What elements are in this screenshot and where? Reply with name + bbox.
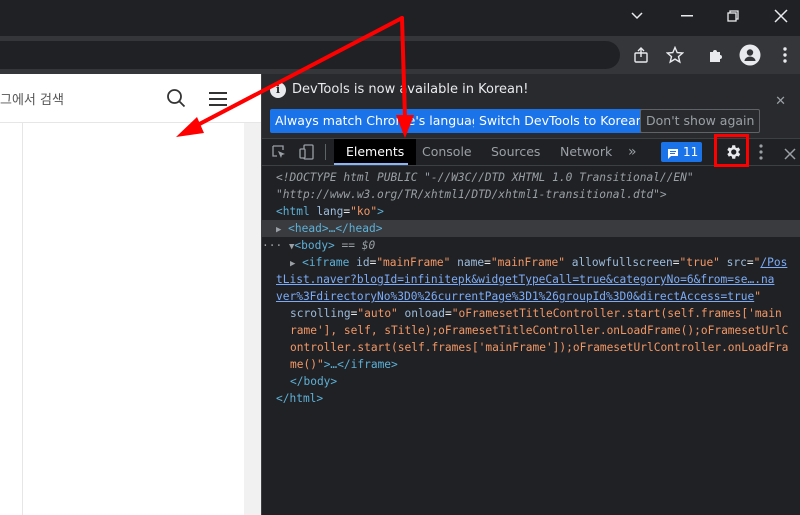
restore-icon[interactable] bbox=[710, 0, 756, 32]
close-window-icon[interactable] bbox=[758, 0, 800, 32]
iframe-src-line-2[interactable]: tList.naver?blogId=infinitepk&widgetType… bbox=[276, 271, 774, 288]
body-close-node[interactable]: </body> bbox=[290, 373, 337, 390]
address-bar[interactable] bbox=[0, 41, 620, 69]
minimize-icon[interactable] bbox=[664, 0, 710, 32]
search-icon[interactable] bbox=[166, 88, 186, 112]
customize-kebab-icon[interactable] bbox=[759, 144, 763, 164]
doctype-line-2[interactable]: "http://www.w3.org/TR/xhtml1/DTD/xhtml1-… bbox=[276, 186, 667, 203]
menu-kebab-icon[interactable] bbox=[772, 42, 798, 68]
blog-search-box[interactable]: 그에서 검색 bbox=[0, 74, 200, 123]
hamburger-menu-icon[interactable] bbox=[209, 91, 227, 110]
page-scrollbar[interactable] bbox=[244, 123, 261, 515]
settings-highlight-box bbox=[714, 134, 749, 167]
issues-count: 11 bbox=[683, 145, 699, 159]
page-divider bbox=[0, 122, 262, 123]
html-open-node[interactable]: <html lang="ko"> bbox=[276, 203, 384, 220]
content-border bbox=[22, 123, 23, 515]
tab-sources[interactable]: Sources bbox=[491, 139, 540, 165]
search-placeholder: 그에서 검색 bbox=[0, 93, 64, 108]
tab-search-icon[interactable] bbox=[614, 0, 660, 32]
language-infobar: i DevTools is now available in Korean! ✕… bbox=[262, 74, 800, 139]
toolbar-separator bbox=[325, 144, 326, 160]
tab-elements[interactable]: Elements bbox=[334, 139, 417, 165]
issues-badge[interactable]: 11 bbox=[661, 142, 702, 162]
active-tab-indicator bbox=[334, 163, 408, 165]
doctype-line-1[interactable]: <!DOCTYPE html PUBLIC "-//W3C//DTD XHTML… bbox=[276, 169, 694, 186]
iframe-onload-line-3[interactable]: ontroller.start(self.frames['mainFrame']… bbox=[290, 339, 788, 356]
iframe-src-line-3[interactable]: ver%3FdirectoryNo%3D0%26currentPage%3D1%… bbox=[276, 288, 761, 305]
info-icon: i bbox=[270, 82, 286, 98]
bookmark-star-icon[interactable] bbox=[662, 42, 688, 68]
message-icon bbox=[667, 146, 679, 166]
dont-show-again-button[interactable]: Don't show again bbox=[640, 109, 761, 133]
web-page: 그에서 검색 bbox=[0, 74, 262, 515]
infobar-message: DevTools is now available in Korean! bbox=[292, 82, 529, 97]
extensions-puzzle-icon[interactable] bbox=[703, 42, 729, 68]
tab-console[interactable]: Console bbox=[422, 139, 472, 165]
close-devtools-icon[interactable] bbox=[784, 145, 796, 164]
more-tabs-icon[interactable]: » bbox=[628, 139, 637, 165]
switch-korean-button[interactable]: Switch DevTools to Korean bbox=[474, 109, 649, 133]
iframe-onload-line-4[interactable]: me()">…</iframe> bbox=[290, 356, 398, 373]
dom-tree: <!DOCTYPE html PUBLIC "-//W3C//DTD XHTML… bbox=[262, 167, 800, 515]
profile-avatar-icon[interactable] bbox=[737, 42, 763, 68]
html-close-node[interactable]: </html> bbox=[276, 390, 323, 407]
title-bar bbox=[0, 0, 800, 36]
iframe-onload-line-2[interactable]: rame'], self, sTitle);oFramesetTitleCont… bbox=[290, 322, 788, 339]
match-language-button[interactable]: Always match Chrome's language bbox=[270, 109, 493, 133]
share-icon[interactable] bbox=[628, 42, 654, 68]
tab-network[interactable]: Network bbox=[560, 139, 612, 165]
inspect-element-icon[interactable] bbox=[271, 144, 287, 164]
device-toolbar-icon[interactable] bbox=[299, 144, 315, 164]
iframe-onload-line-1[interactable]: scrolling="auto" onload="oFramesetTitleC… bbox=[290, 305, 782, 322]
infobar-close-icon[interactable]: ✕ bbox=[775, 94, 786, 109]
